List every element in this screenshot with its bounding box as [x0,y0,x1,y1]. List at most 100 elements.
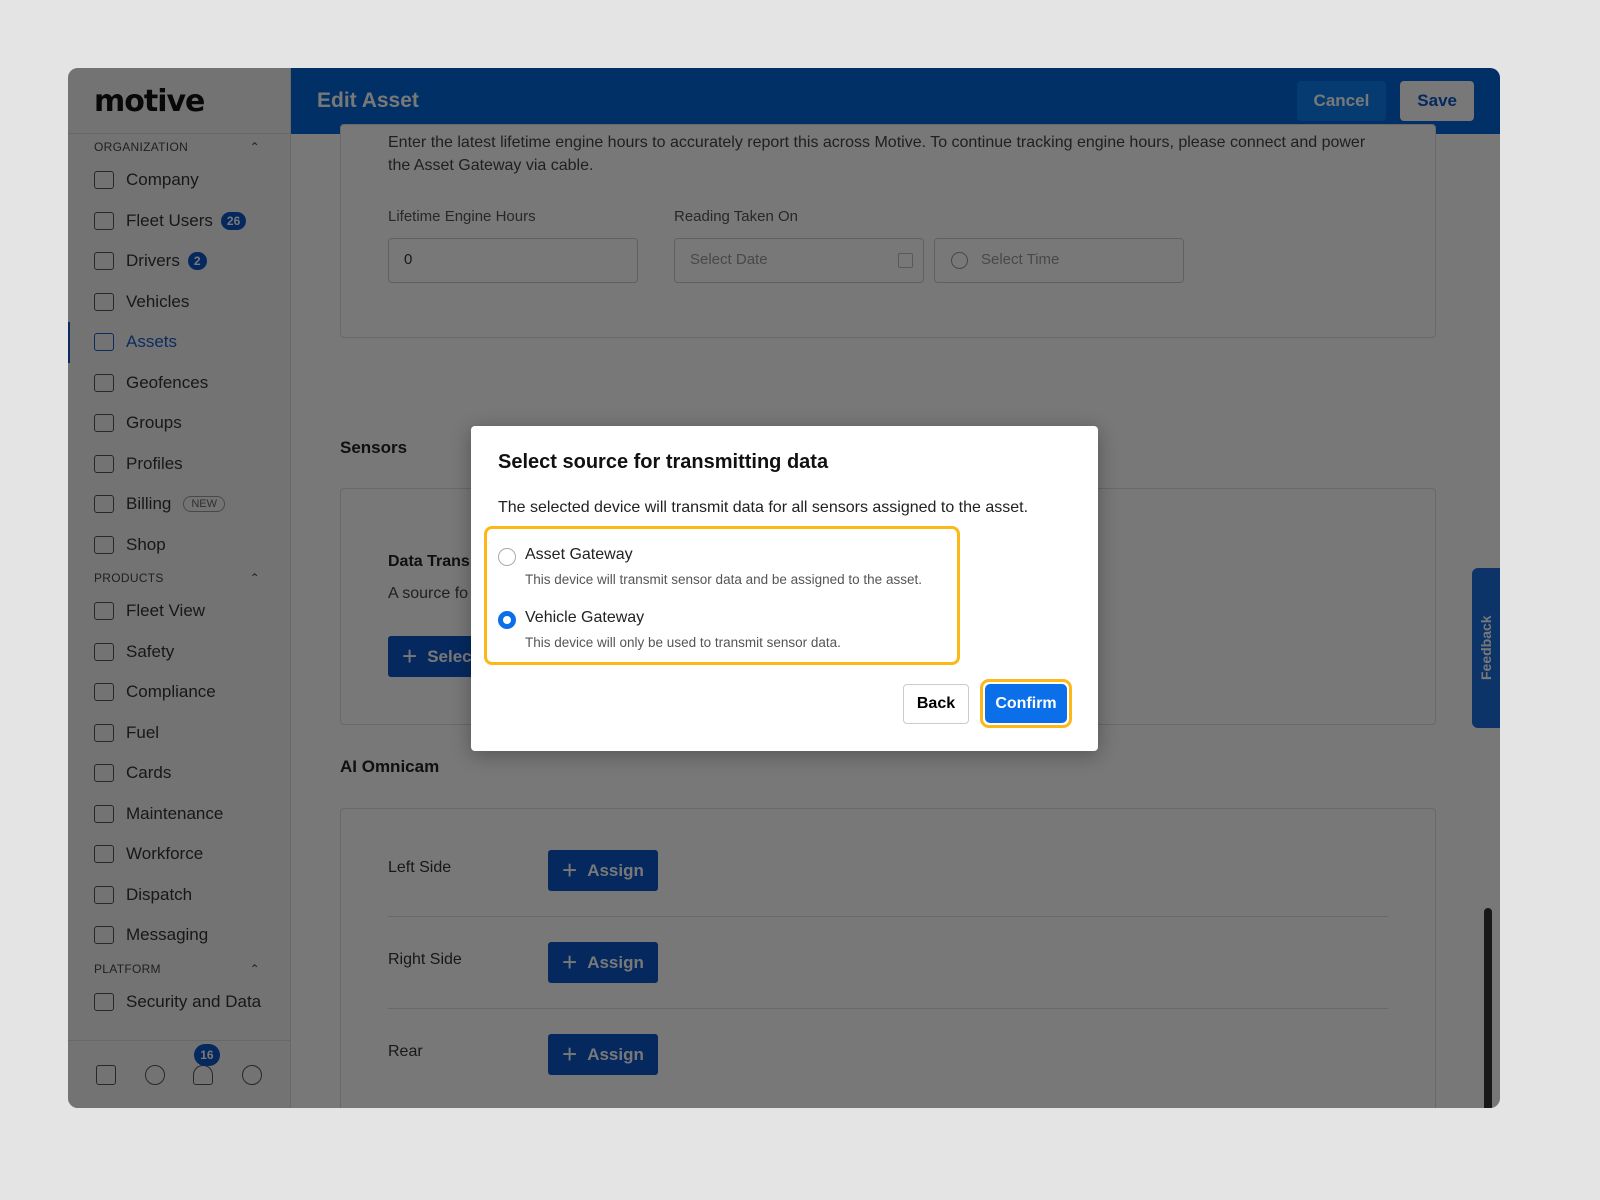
count-badge: 2 [187,252,207,271]
assign-button[interactable]: + Assign [548,942,658,983]
cards-icon [94,764,114,783]
map-pin-book-icon[interactable] [96,1064,117,1085]
sidebar-item-vehicles[interactable]: Vehicles [68,282,290,323]
sidebar-item-dispatch[interactable]: Dispatch [68,875,290,916]
chevron-up-icon[interactable]: ⌃ [250,140,260,154]
geofences-icon [94,373,114,392]
chevron-up-icon[interactable]: ⌃ [250,571,260,585]
sidebar-item-fleet-users[interactable]: Fleet Users 26 [68,201,290,242]
sidebar-item-geofences[interactable]: Geofences [68,363,290,404]
assign-button[interactable]: + Assign [548,1034,658,1075]
company-icon [94,171,114,190]
assign-label: Assign [587,860,644,880]
count-badge: 26 [220,211,247,230]
new-tag: NEW [183,496,226,513]
sidebar-item-label: Billing [126,494,172,514]
section-platform[interactable]: PLATFORM ⌃ [68,956,290,982]
assets-icon [94,333,114,352]
back-button[interactable]: Back [903,684,969,724]
sidebar-item-label: Fuel [126,722,160,742]
help-icon[interactable] [144,1064,165,1085]
sidebar-item-safety[interactable]: Safety [68,632,290,673]
scrollbar-thumb[interactable] [1484,908,1492,1108]
reading-taken-label: Reading Taken On [674,208,798,225]
radio-unchecked[interactable] [498,548,516,566]
sidebar-item-label: Dispatch [126,884,193,904]
security-and-data-icon [94,992,114,1011]
sidebar-item-label: Security and Data [126,991,262,1011]
dialog-title: Select source for transmitting data [498,451,829,473]
date-placeholder: Select Date [690,251,768,268]
sidebar-item-drivers[interactable]: Drivers 2 [68,241,290,282]
option-title: Asset Gateway [525,546,633,563]
time-picker[interactable]: Select Time [934,238,1184,283]
bell-icon[interactable]: 16 [193,1043,220,1085]
fleet-users-icon [94,211,114,230]
data-transmission-text: A source fo [388,585,469,602]
confirm-highlight: Confirm [980,679,1072,728]
data-transmission-title: Data Trans [388,553,470,570]
vehicles-icon [94,292,114,311]
sidebar-footer: 16 [68,1040,290,1108]
sidebar-item-label: Profiles [126,453,183,473]
notification-badge: 16 [194,1043,220,1066]
sidebar-item-shop[interactable]: Shop [68,525,290,566]
section-label: PRODUCTS [94,571,164,585]
sidebar-item-label: Assets [126,332,178,352]
sidebar-item-label: Vehicles [126,291,190,311]
chevron-up-icon[interactable]: ⌃ [250,962,260,976]
sidebar-item-billing[interactable]: Billing NEW [68,484,290,525]
radio-checked[interactable] [498,611,516,629]
sidebar-item-profiles[interactable]: Profiles [68,444,290,485]
select-label: Selec [427,646,472,666]
section-label: PLATFORM [94,961,161,976]
section-label: ORGANIZATION [94,140,189,154]
sidebar-item-fuel[interactable]: Fuel [68,713,290,754]
sidebar-item-label: Groups [126,413,182,433]
sidebar-item-groups[interactable]: Groups [68,403,290,444]
cancel-button[interactable]: Cancel [1296,81,1387,121]
sidebar-item-maintenance[interactable]: Maintenance [68,794,290,835]
profiles-icon [94,454,114,473]
section-products[interactable]: PRODUCTS ⌃ [68,565,290,591]
assign-button[interactable]: + Assign [548,850,658,891]
assign-label: Assign [587,1044,644,1064]
dispatch-icon [94,885,114,904]
lifetime-hours-label: Lifetime Engine Hours [388,208,536,225]
user-profile-icon[interactable] [241,1064,262,1085]
sidebar-item-cards[interactable]: Cards [68,753,290,794]
camera-position: Right Side [388,951,462,968]
sidebar-item-compliance[interactable]: Compliance [68,672,290,713]
camera-position: Left Side [388,859,452,876]
sidebar-item-fleet-view[interactable]: Fleet View [68,591,290,632]
dialog-description: The selected device will transmit data f… [498,499,1029,516]
sidebar-item-label: Fleet Users [126,210,213,230]
sidebar-item-label: Workforce [126,844,204,864]
engine-hours-info: Enter the latest lifetime engine hours t… [388,134,1366,174]
select-source-dialog: Select source for transmitting data The … [471,426,1098,751]
sidebar-item-workforce[interactable]: Workforce [68,834,290,875]
feedback-tab[interactable]: Feedback [1472,568,1500,728]
motive-logo[interactable]: motive [68,68,290,134]
clock-icon [951,252,968,269]
sidebar-item-assets[interactable]: Assets [68,322,290,363]
section-organization[interactable]: ORGANIZATION ⌃ [68,134,290,160]
safety-icon [94,642,114,661]
sidebar-item-label: Cards [126,763,172,783]
sidebar-item-messaging[interactable]: Messaging [68,915,290,956]
fleet-view-icon [94,602,114,621]
plus-icon: + [402,641,418,671]
date-picker[interactable]: Select Date [674,238,924,283]
groups-icon [94,414,114,433]
sidebar-item-security-and-data[interactable]: Security and Data [68,982,290,1023]
confirm-button[interactable]: Confirm [985,684,1067,723]
ai-omnicam-heading: AI Omnicam [340,757,440,776]
sidebar-item-label: Company [126,170,199,190]
workforce-icon [94,845,114,864]
save-button[interactable]: Save [1400,81,1474,121]
omnicam-row: Rear + Assign [388,1009,1388,1101]
sidebar-item-company[interactable]: Company [68,160,290,201]
camera-position: Rear [388,1043,423,1060]
lifetime-hours-input[interactable]: 0 [388,238,638,283]
omnicam-row: Left Side + Assign [388,825,1388,917]
